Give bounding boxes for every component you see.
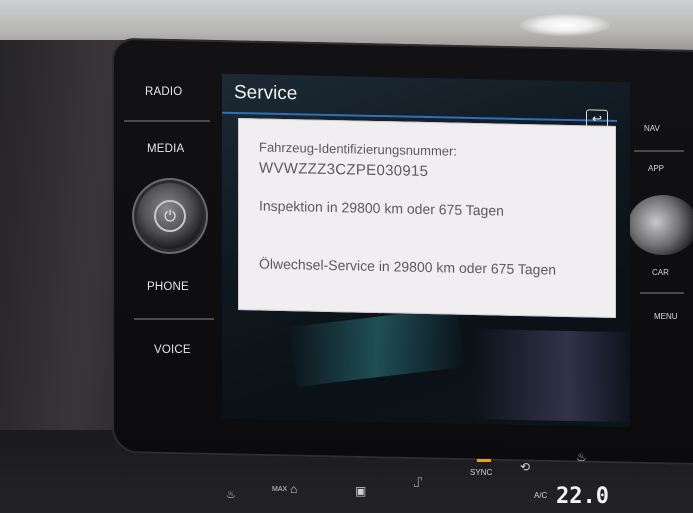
max-defrost-label[interactable]: MAX xyxy=(272,486,287,493)
seat-heat-right-icon[interactable]: ♨ xyxy=(576,450,587,464)
screen-reflection xyxy=(472,328,630,423)
divider xyxy=(634,150,684,152)
screen-reflection xyxy=(288,307,466,387)
divider xyxy=(134,318,214,320)
media-button[interactable]: MEDIA xyxy=(147,143,184,155)
seat-heat-icon[interactable]: ♨ xyxy=(226,488,236,501)
inspection-info: Inspektion in 29800 km oder 675 Tagen xyxy=(259,197,504,219)
rear-defrost-icon[interactable]: ▣ xyxy=(355,484,366,498)
app-button[interactable]: APP xyxy=(648,164,664,173)
temperature-display: 22.0 xyxy=(556,484,609,509)
car-button[interactable]: CAR xyxy=(652,268,669,277)
vin-label: Fahrzeug-Identifizierungsnummer: xyxy=(259,139,457,159)
sync-button[interactable]: SYNC xyxy=(470,468,492,477)
power-volume-knob[interactable]: ⏻ xyxy=(137,183,203,249)
tune-knob[interactable] xyxy=(628,195,693,255)
menu-button[interactable]: MENU xyxy=(654,312,678,321)
divider xyxy=(124,120,210,122)
service-info-panel: Fahrzeug-Identifizierungsnummer: WVWZZZ3… xyxy=(238,118,616,318)
defrost-icon[interactable]: ⌂ xyxy=(290,482,297,496)
sync-indicator xyxy=(477,459,491,462)
power-icon: ⏻ xyxy=(154,200,186,232)
nav-button[interactable]: NAV xyxy=(644,124,660,133)
radio-button[interactable]: RADIO xyxy=(145,86,182,98)
voice-button[interactable]: VOICE xyxy=(154,344,191,356)
page-title: Service xyxy=(234,81,298,105)
oil-service-info: Ölwechsel-Service in 29800 km oder 675 T… xyxy=(259,255,557,278)
ceiling-light xyxy=(520,14,610,36)
recirculation-icon[interactable]: ⟲ xyxy=(520,460,530,474)
phone-button[interactable]: PHONE xyxy=(147,281,189,293)
infotainment-screen: Service ↩ Fahrzeug-Identifizierungsnumme… xyxy=(222,73,630,428)
ac-button[interactable]: A/C xyxy=(534,491,547,500)
seat-icon[interactable]: ⑀ xyxy=(414,474,422,490)
vin-value: WVWZZZ3CZPE030915 xyxy=(259,159,429,181)
divider xyxy=(640,292,684,294)
